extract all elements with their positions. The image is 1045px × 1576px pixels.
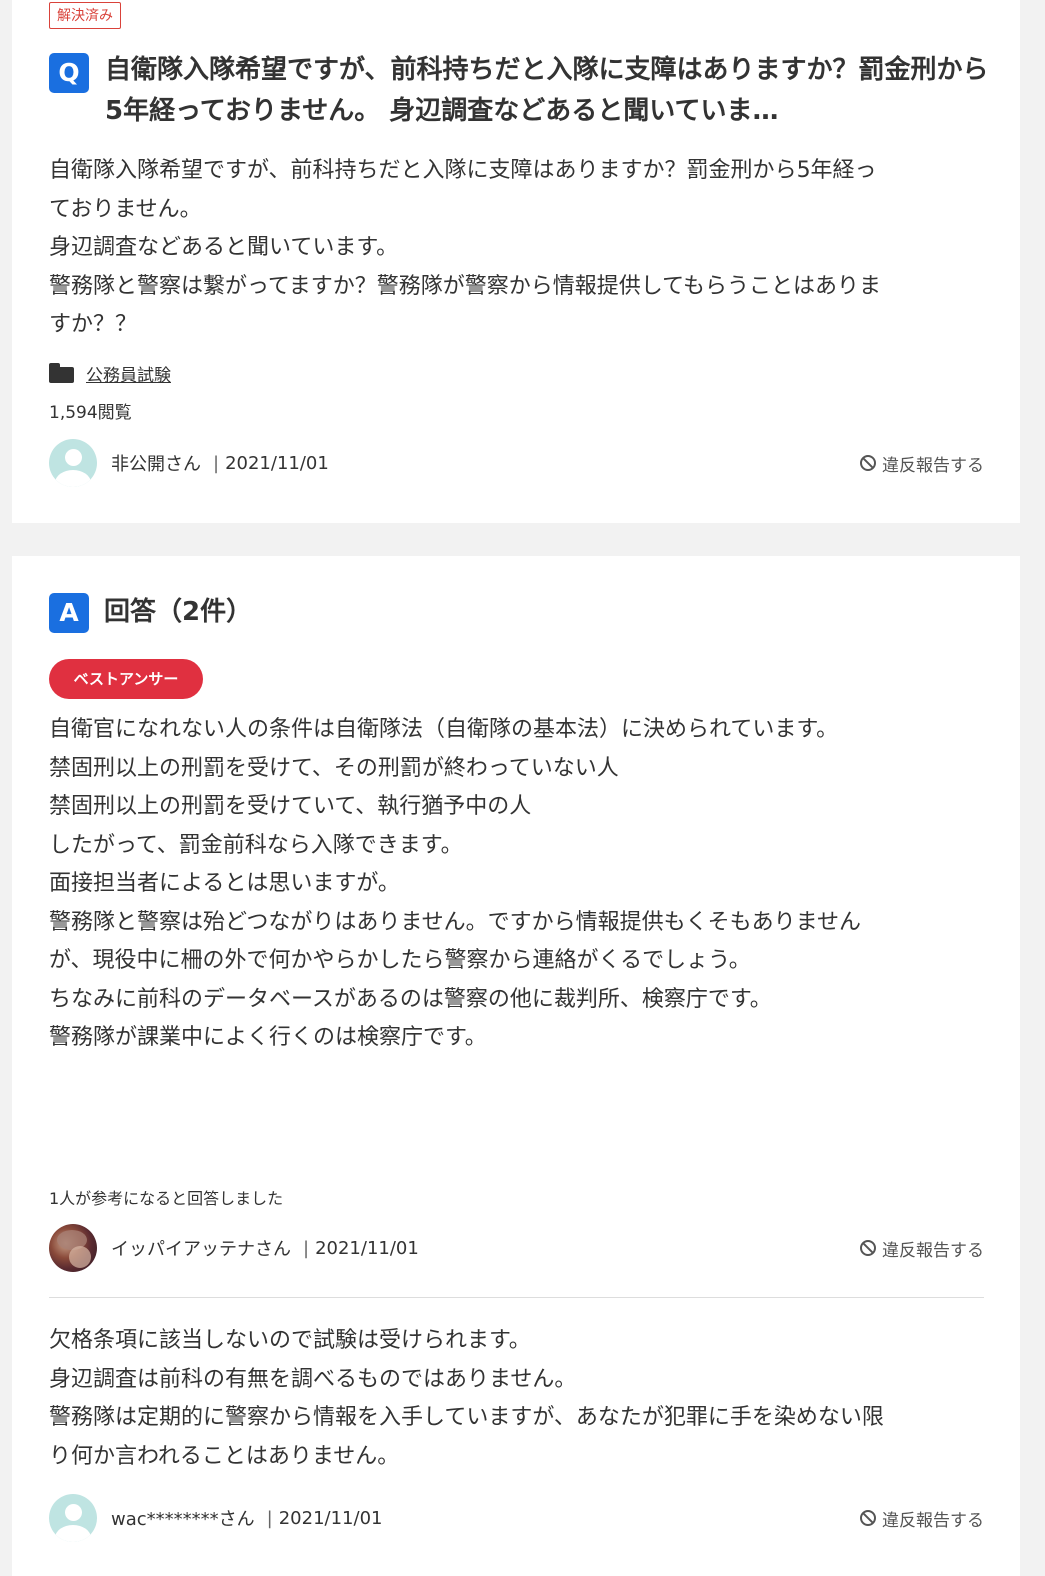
question-user-row: 非公開さん | 2021/11/01 違反報告する — [49, 438, 984, 488]
answers-card: A 回答（2件） ベストアンサー 自衛官になれない人の条件は自衛隊法（自衛隊の基… — [12, 556, 1020, 1576]
post-date: 2021/11/01 — [278, 1507, 383, 1529]
report-button[interactable]: 違反報告する — [860, 1506, 984, 1531]
body-line: 欠格条項に該当しないので試験は受けられます。 — [49, 1328, 531, 1353]
answer-user-row: イッパイアッテナさん | 2021/11/01 違反報告する — [49, 1223, 984, 1273]
user-name: wac********さん — [111, 1509, 255, 1530]
answer-body: 欠格条項に該当しないので試験は受けられます。 身辺調査は前科の有無を調べるもので… — [49, 1322, 999, 1476]
user-name: イッパイアッテナさん — [111, 1239, 291, 1260]
separator: | — [213, 452, 220, 474]
post-date: 2021/11/01 — [225, 452, 329, 474]
body-line: 禁固刑以上の刑罰を受けていて、執行猶予中の人 — [49, 794, 532, 819]
answers-title: 回答（2件） — [104, 597, 253, 627]
report-button[interactable]: 違反報告する — [860, 1236, 984, 1261]
body-line: 自衛隊入隊希望ですが、前科持ちだと入隊に支障はありますか？罰金刑から5年経っ — [49, 158, 877, 183]
body-line: ちなみに前科のデータベースがあるのは警察の他に裁判所、検察庁です。 — [49, 986, 772, 1012]
body-line: すか？？ — [49, 312, 138, 337]
user-photo-avatar[interactable] — [49, 1224, 97, 1272]
body-line: が、現役中に柵の外で何かやらかしたら警察から連絡がくるでしょう。 — [49, 948, 751, 973]
view-count: 1,594閲覧 — [49, 403, 132, 423]
folder-icon — [49, 363, 74, 383]
answer-divider — [49, 1297, 984, 1298]
answer-user-row: wac********さん | 2021/11/01 違反報告する — [49, 1493, 984, 1543]
default-user-avatar-icon[interactable] — [49, 1494, 97, 1542]
body-line: ておりません。 — [49, 196, 202, 222]
ban-icon — [860, 455, 876, 471]
answer-body: 自衛官になれない人の条件は自衛隊法（自衛隊の基本法）に決められています。 禁固刑… — [49, 711, 999, 1058]
ban-icon — [860, 1510, 876, 1526]
question-q-icon: Q — [49, 53, 89, 93]
body-line: 警務隊と警察は殆どつながりはありません。ですから情報提供もくそもありません — [49, 909, 862, 935]
answer-a-icon: A — [49, 593, 89, 633]
post-date: 2021/11/01 — [315, 1237, 419, 1259]
report-label: 違反報告する — [882, 1510, 984, 1531]
separator: | — [266, 1507, 273, 1529]
body-line: 禁固刑以上の刑罰を受けて、その刑罰が終わっていない人 — [49, 755, 619, 781]
best-answer-badge: ベストアンサー — [49, 659, 203, 699]
question-card: 解決済み Q 自衛隊入隊希望ですが、前科持ちだと入隊に支障はありますか？罰金刑か… — [12, 0, 1020, 523]
body-line: したがって、罰金前科なら入隊できます。 — [49, 832, 463, 858]
resolved-badge: 解決済み — [49, 2, 121, 29]
body-line: 身辺調査は前科の有無を調べるものではありません。 — [49, 1366, 577, 1392]
category-row: 公務員試験 — [49, 360, 171, 386]
body-line: り何か言われることはありません。 — [49, 1443, 400, 1469]
ban-icon — [860, 1240, 876, 1256]
default-user-avatar-icon[interactable] — [49, 439, 97, 487]
body-line: 身辺調査などあると聞いています。 — [49, 235, 399, 260]
body-line: 面接担当者によるとは思いますが。 — [49, 871, 400, 896]
helpful-count: 1人が参考になると回答しました — [49, 1189, 284, 1208]
report-label: 違反報告する — [882, 455, 984, 476]
question-title: 自衛隊入隊希望ですが、前科持ちだと入隊に支障はありますか？罰金刑から5年経ってお… — [105, 55, 989, 126]
separator: | — [303, 1237, 310, 1259]
body-line: 警務隊が課業中によく行くのは検察庁です。 — [49, 1025, 487, 1050]
body-line: 警務隊は定期的に警察から情報を入手していますが、あなたが犯罪に手を染めない限 — [49, 1405, 884, 1430]
category-link[interactable]: 公務員試験 — [86, 361, 171, 386]
body-line: 自衛官になれない人の条件は自衛隊法（自衛隊の基本法）に決められています。 — [49, 717, 839, 742]
body-line: 警務隊と警察は繋がってますか？警務隊が警察から情報提供してもらうことはありま — [49, 273, 882, 299]
report-label: 違反報告する — [882, 1240, 984, 1261]
question-body: 自衛隊入隊希望ですが、前科持ちだと入隊に支障はありますか？罰金刑から5年経っ て… — [49, 152, 999, 345]
report-button[interactable]: 違反報告する — [860, 451, 984, 476]
user-name: 非公開さん — [111, 454, 201, 475]
